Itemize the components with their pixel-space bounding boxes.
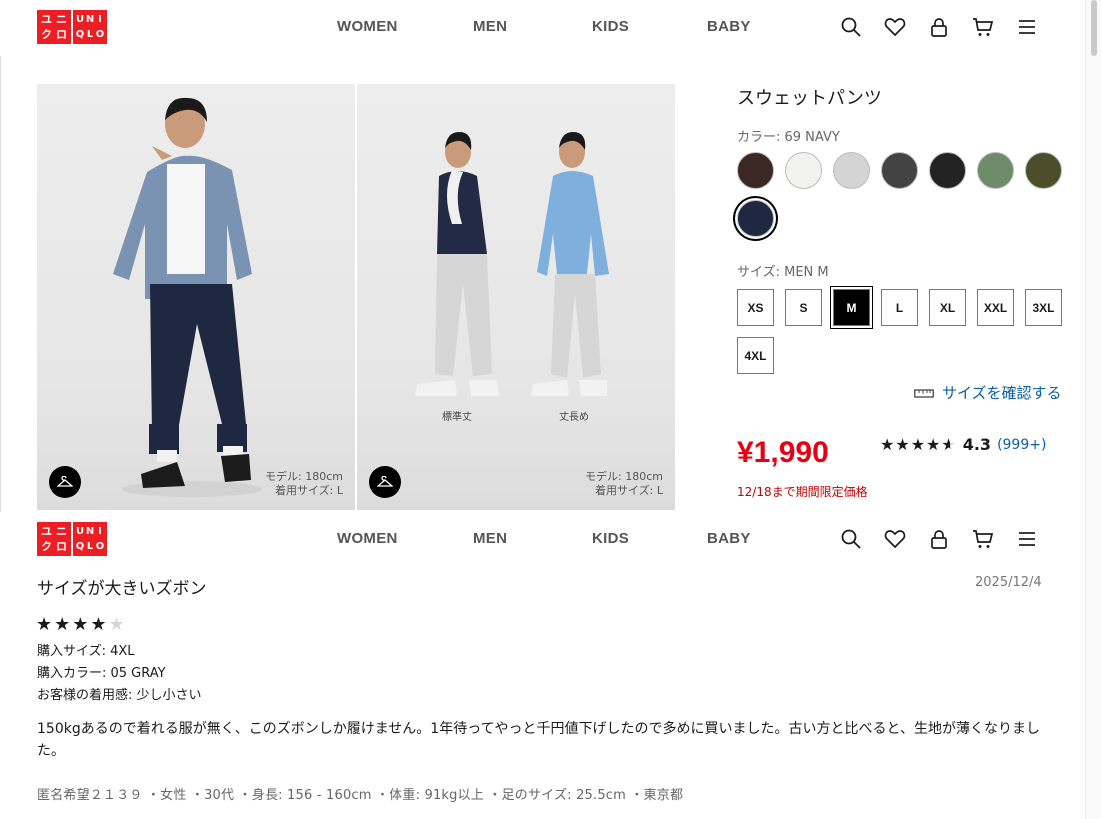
size-4xl[interactable]: 4XL (737, 337, 774, 374)
size-s[interactable]: S (785, 289, 822, 326)
scrollbar[interactable] (1085, 0, 1101, 819)
menu-icon[interactable] (1016, 528, 1038, 550)
size-xl[interactable]: XL (929, 289, 966, 326)
caption-standard-length: 標準丈 (442, 412, 472, 423)
rating-count[interactable]: (999+) (997, 437, 1046, 453)
review-purchase-color: 購入カラー: 05 GRAY (37, 666, 166, 681)
product-image-1[interactable]: モデル: 180cm 着用サイズ: L (37, 84, 355, 510)
nav-women[interactable]: WOMEN (337, 18, 398, 35)
caption-long-length: 丈長め (559, 412, 589, 423)
nav-baby[interactable]: BABY (707, 18, 751, 35)
review-stars: ★★★★★ (36, 614, 127, 635)
heart-icon[interactable] (884, 528, 906, 550)
nav-baby[interactable]: BABY (707, 530, 751, 547)
size-check-label: サイズを確認する (942, 384, 1062, 402)
review-body: 150kgあるので着れる服が無く、このズボンしか履けません。1年待ってやっと千円… (37, 721, 1040, 759)
swatch-olive[interactable] (1025, 152, 1062, 189)
swatch-navy[interactable] (737, 200, 774, 237)
review-title: サイズが大きいズボン (37, 579, 207, 599)
logo-katakana-block: ユ ニ ク ロ (37, 522, 71, 556)
review-fit: お客様の着用感: 少し小さい (37, 688, 202, 703)
site-header: ユ ニ ク ロ U N I Q L O WOMEN MEN KIDS BABY (0, 0, 1085, 56)
promo-text: 12/18まで期間限定価格 (737, 485, 868, 499)
sticky-header: ユ ニ ク ロ U N I Q L O WOMEN MEN KIDS BABY (0, 512, 1085, 568)
size-3xl[interactable]: 3XL (1025, 289, 1062, 326)
model-photo-front (113, 97, 262, 497)
product-image-2[interactable]: 標準丈 丈長め モデル: 180cm 着用サイズ: L (357, 84, 675, 510)
hanger-icon[interactable] (49, 466, 81, 498)
size-m[interactable]: M (833, 289, 870, 326)
swatch-brown[interactable] (737, 152, 774, 189)
product-title: スウェットパンツ (737, 88, 882, 109)
model-note: モデル: 180cm 着用サイズ: L (265, 470, 343, 497)
logo-katakana-block: ユ ニ ク ロ (37, 10, 71, 44)
heart-icon[interactable] (884, 16, 906, 38)
model-photo-length-compare (415, 132, 609, 396)
rating-stars: ★★★★★ ★ (880, 435, 957, 454)
scrollbar-thumb[interactable] (1091, 0, 1097, 56)
ruler-icon (914, 388, 934, 398)
review-author-info: 匿名希望２１３９ ・女性 ・30代 ・身長: 156 - 160cm ・体重: … (37, 788, 684, 803)
swatch-off-white[interactable] (785, 152, 822, 189)
hanger-icon[interactable] (369, 466, 401, 498)
color-label: カラー: 69 NAVY (737, 130, 840, 145)
logo-latin-block: U N I Q L O (73, 10, 107, 44)
uniqlo-logo[interactable]: ユ ニ ク ロ U N I Q L O (37, 522, 107, 556)
size-label: サイズ: MEN M (737, 265, 829, 280)
model-note: モデル: 180cm 着用サイズ: L (585, 470, 663, 497)
price: ¥1,990 (737, 436, 829, 469)
menu-icon[interactable] (1016, 16, 1038, 38)
account-icon[interactable] (928, 528, 950, 550)
nav-kids[interactable]: KIDS (592, 530, 629, 547)
search-icon[interactable] (840, 16, 862, 38)
size-check-link[interactable]: サイズを確認する (914, 382, 1062, 403)
logo-latin-block: U N I Q L O (73, 522, 107, 556)
cart-icon[interactable] (972, 528, 994, 550)
swatch-green[interactable] (977, 152, 1014, 189)
size-xxl[interactable]: XXL (977, 289, 1014, 326)
uniqlo-logo[interactable]: ユ ニ ク ロ U N I Q L O (37, 10, 107, 44)
swatch-dark-gray[interactable] (881, 152, 918, 189)
nav-women[interactable]: WOMEN (337, 530, 398, 547)
account-icon[interactable] (928, 16, 950, 38)
product-rating[interactable]: ★★★★★ ★ 4.3 (999+) (880, 435, 1046, 454)
nav-men[interactable]: MEN (473, 530, 507, 547)
review-item: サイズが大きいズボン 2025/12/4 ★★★★★ 購入サイズ: 4XL 購入… (0, 568, 1085, 819)
swatch-light-gray[interactable] (833, 152, 870, 189)
nav-men[interactable]: MEN (473, 18, 507, 35)
size-xs[interactable]: XS (737, 289, 774, 326)
cart-icon[interactable] (972, 16, 994, 38)
size-l[interactable]: L (881, 289, 918, 326)
review-date: 2025/12/4 (975, 575, 1042, 590)
rating-score: 4.3 (962, 435, 992, 454)
swatch-black[interactable] (929, 152, 966, 189)
nav-kids[interactable]: KIDS (592, 18, 629, 35)
search-icon[interactable] (840, 528, 862, 550)
review-purchase-size: 購入サイズ: 4XL (37, 644, 135, 659)
